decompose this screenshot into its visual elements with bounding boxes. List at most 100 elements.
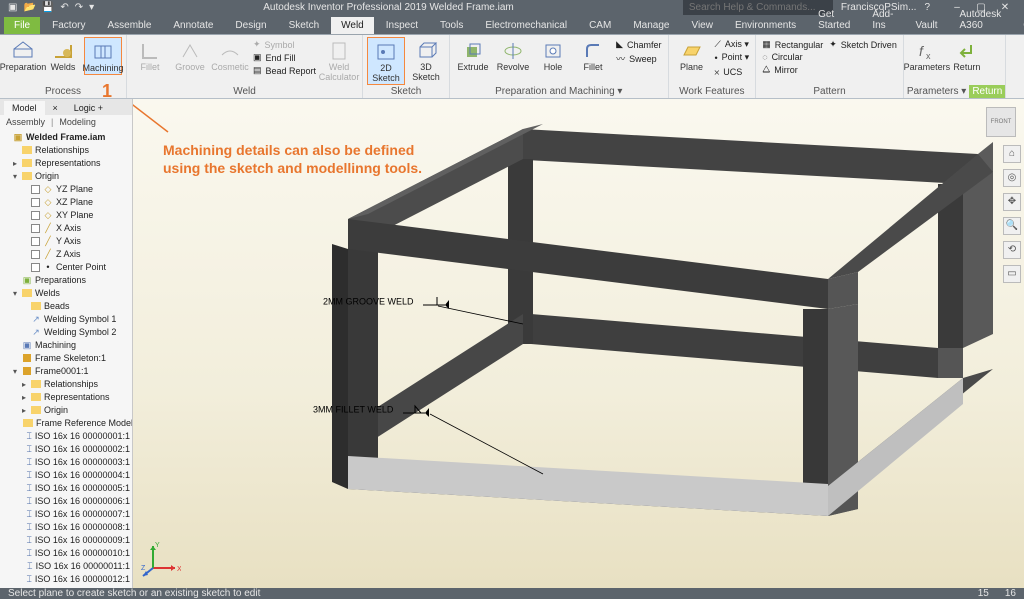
- tree-node[interactable]: Frame Skeleton:1: [2, 352, 132, 365]
- plane-button[interactable]: Plane: [673, 37, 711, 73]
- welds-button[interactable]: Welds: [44, 37, 82, 73]
- tree-node[interactable]: ◇XY Plane: [2, 209, 132, 222]
- fillet-button[interactable]: Fillet: [574, 37, 612, 73]
- tree-node[interactable]: ◇XZ Plane: [2, 196, 132, 209]
- tree-node[interactable]: ▣Preparations: [2, 274, 132, 287]
- 3d-sketch-button[interactable]: 3D Sketch: [407, 37, 445, 83]
- revolve-button[interactable]: Revolve: [494, 37, 532, 73]
- return-button[interactable]: Return: [948, 37, 986, 73]
- tab-tools[interactable]: Tools: [430, 17, 473, 34]
- tree-node[interactable]: ▸Representations: [2, 157, 132, 170]
- sketch-driven-button[interactable]: ✦ Sketch Driven: [829, 39, 897, 50]
- tree-node[interactable]: ▸Representations: [2, 391, 132, 404]
- tree-node[interactable]: ▸Origin: [2, 404, 132, 417]
- tree-node[interactable]: ⌶ISO 16x 16 00000008:1: [2, 521, 132, 534]
- tree-node[interactable]: ▾Welds: [2, 287, 132, 300]
- parameters-button[interactable]: fxParameters: [908, 37, 946, 73]
- tab-assemble[interactable]: Assemble: [97, 17, 161, 34]
- tab-vault[interactable]: Vault: [905, 17, 947, 34]
- chamfer-button[interactable]: ◣ Chamfer: [616, 39, 661, 50]
- tab-a360[interactable]: Autodesk A360: [950, 6, 1012, 34]
- qa-more-icon[interactable]: ▾: [89, 2, 94, 13]
- tree-node[interactable]: ↗Welding Symbol 2: [2, 326, 132, 339]
- tree-node[interactable]: ▣Machining: [2, 339, 132, 352]
- rectangular-button[interactable]: ▦ Rectangular: [762, 39, 823, 50]
- tab-factory[interactable]: Factory: [42, 17, 95, 34]
- lookat-icon[interactable]: ▭: [1003, 265, 1021, 283]
- tree-node[interactable]: Beads: [2, 300, 132, 313]
- tree-node[interactable]: ▾Origin: [2, 170, 132, 183]
- mirror-button[interactable]: ⧋ Mirror: [762, 64, 823, 75]
- tree-node[interactable]: ╱Z Axis: [2, 248, 132, 261]
- tree-node[interactable]: ⌶ISO 16x 16 00000005:1: [2, 482, 132, 495]
- tab-annotate[interactable]: Annotate: [163, 17, 223, 34]
- browser-sub-modeling[interactable]: Modeling: [59, 117, 96, 127]
- tab-inspect[interactable]: Inspect: [376, 17, 428, 34]
- viewcube[interactable]: FRONT: [986, 107, 1016, 137]
- tab-getstarted[interactable]: Get Started: [808, 6, 860, 34]
- circular-button[interactable]: ◌ Circular: [762, 52, 823, 62]
- home-icon[interactable]: ⌂: [1003, 145, 1021, 163]
- tree-node[interactable]: ⌶ISO 16x 16 00000006:1: [2, 495, 132, 508]
- browser-tab-logic[interactable]: Logic +: [66, 101, 111, 115]
- tab-manage[interactable]: Manage: [623, 17, 679, 34]
- tree-node[interactable]: •Center Point: [2, 261, 132, 274]
- panel-work-features: Plane ⟋ Axis ▾ • Point ▾ 𐄂 UCS Work Feat…: [669, 35, 757, 98]
- tree-node[interactable]: ⌶ISO 16x 16 00000003:1: [2, 456, 132, 469]
- tree-node[interactable]: ⌶ISO 16x 16 00000007:1: [2, 508, 132, 521]
- panel-return-label[interactable]: Return: [969, 85, 1005, 98]
- help-icon[interactable]: ?: [924, 2, 930, 13]
- zoom-icon[interactable]: 🔍: [1003, 217, 1021, 235]
- tree-node[interactable]: ╱Y Axis: [2, 235, 132, 248]
- tab-weld[interactable]: Weld: [331, 17, 374, 34]
- panel-title-param[interactable]: Parameters ▾: [904, 85, 969, 98]
- redo-icon[interactable]: ↷: [75, 2, 83, 13]
- tree-node[interactable]: ↗Welding Symbol 1: [2, 313, 132, 326]
- wheel-icon[interactable]: ◎: [1003, 169, 1021, 187]
- tree-node[interactable]: ⌶ISO 16x 16 00000009:1: [2, 534, 132, 547]
- tab-view[interactable]: View: [681, 17, 723, 34]
- tree-node[interactable]: ▸Relationships: [2, 378, 132, 391]
- 2d-sketch-button[interactable]: 2D Sketch: [367, 37, 405, 85]
- tab-electromechanical[interactable]: Electromechanical: [475, 17, 577, 34]
- tree-node[interactable]: ⌶ISO 16x 16 00000010:1: [2, 547, 132, 560]
- undo-icon[interactable]: ↶: [60, 2, 68, 13]
- tree-node[interactable]: Relationships: [2, 144, 132, 157]
- tab-collaborate[interactable]: Collaborate: [1013, 17, 1024, 34]
- ucs-button[interactable]: 𐄂 UCS: [715, 65, 750, 78]
- machining-button[interactable]: Machining: [84, 37, 122, 75]
- bead-report-button[interactable]: ▤ Bead Report: [253, 65, 316, 76]
- browser-tab-model[interactable]: Model: [4, 101, 45, 115]
- tab-addins[interactable]: Add-Ins: [862, 6, 903, 34]
- tab-environments[interactable]: Environments: [725, 17, 806, 34]
- tree-node[interactable]: ◇YZ Plane: [2, 183, 132, 196]
- model-tree[interactable]: ▣Welded Frame.iamRelationships▸Represent…: [0, 129, 132, 588]
- axis-button[interactable]: ⟋ Axis ▾: [715, 39, 750, 50]
- panel-title-prep[interactable]: Preparation and Machining ▾: [450, 85, 667, 98]
- extrude-button[interactable]: Extrude: [454, 37, 492, 73]
- tab-cam[interactable]: CAM: [579, 17, 621, 34]
- tab-sketch[interactable]: Sketch: [279, 17, 330, 34]
- open-icon[interactable]: 📂: [23, 2, 35, 13]
- tree-node[interactable]: ▾Frame0001:1: [2, 365, 132, 378]
- point-button[interactable]: • Point ▾: [715, 52, 750, 63]
- tree-node[interactable]: ⌶ISO 16x 16 00000002:1: [2, 443, 132, 456]
- viewport[interactable]: Machining details can also be defined us…: [133, 99, 1024, 588]
- tree-node[interactable]: ▣Welded Frame.iam: [2, 131, 132, 144]
- tree-node[interactable]: ⌶ISO 16x 16 00000012:1: [2, 573, 132, 586]
- sweep-button[interactable]: 〰 Sweep: [616, 52, 661, 65]
- orbit-icon[interactable]: ⟲: [1003, 241, 1021, 259]
- browser-sub-assembly[interactable]: Assembly: [6, 117, 45, 127]
- end-fill-button[interactable]: ▣ End Fill: [253, 52, 316, 63]
- tab-design[interactable]: Design: [225, 17, 276, 34]
- tree-node[interactable]: ╱X Axis: [2, 222, 132, 235]
- tree-node[interactable]: ⌶ISO 16x 16 00000011:1: [2, 560, 132, 573]
- preparation-button[interactable]: Preparation: [4, 37, 42, 73]
- tree-node[interactable]: ⌶ISO 16x 16 00000001:1: [2, 430, 132, 443]
- hole-button[interactable]: Hole: [534, 37, 572, 73]
- save-icon[interactable]: 💾: [42, 2, 54, 13]
- tree-node[interactable]: Frame Reference Model: [2, 417, 132, 430]
- tab-file[interactable]: File: [4, 17, 40, 34]
- pan-icon[interactable]: ✥: [1003, 193, 1021, 211]
- tree-node[interactable]: ⌶ISO 16x 16 00000004:1: [2, 469, 132, 482]
